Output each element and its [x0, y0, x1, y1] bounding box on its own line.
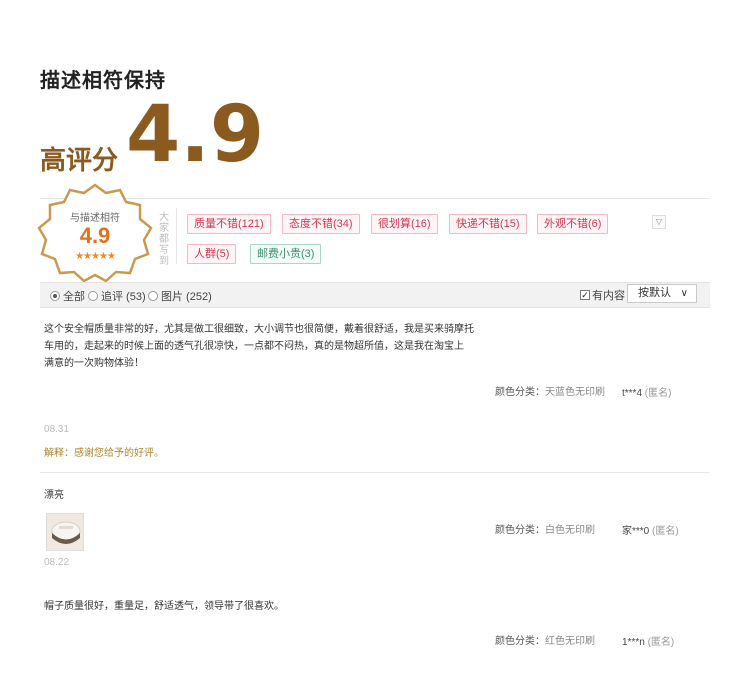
filter-pics[interactable]: 图片 (252)	[148, 288, 212, 304]
promo-subtitle: 描述相符保持	[40, 70, 166, 92]
user-name: 1***n	[622, 637, 645, 648]
helmet-photo-icon	[47, 514, 83, 550]
review-2-text: 漂亮	[44, 490, 64, 501]
user-name: 家***0	[622, 526, 650, 537]
review-3-sku: 颜色分类：红色无印刷	[495, 632, 595, 647]
tags-divider	[176, 208, 177, 264]
review-1-text: 这个安全帽质量非常的好，尤其是做工很细致，大小调节也很简便，戴着很舒适，我是买来…	[44, 324, 474, 369]
filter-all-label: 全部	[63, 291, 85, 303]
review-2-sku: 颜色分类：白色无印刷	[495, 521, 595, 536]
sku-label: 颜色分类：	[495, 387, 545, 398]
review-2-photo[interactable]	[46, 513, 84, 551]
chevron-down-icon: ∨	[680, 288, 688, 299]
filter-append-label: 追评 (53)	[101, 291, 146, 303]
review-1-sku: 颜色分类：天蓝色无印刷	[495, 383, 605, 398]
sort-dropdown[interactable]: 按默认 ∨	[627, 284, 697, 303]
review-1-reply: 解释：感谢您给予的好评。	[44, 448, 164, 459]
tag-value[interactable]: 很划算(16)	[371, 214, 438, 234]
anon-label: (匿名)	[644, 388, 672, 399]
review-1-user: t***4 (匿名)	[622, 384, 671, 399]
sku-value: 红色无印刷	[545, 636, 595, 647]
rating-badge: 与描述相符 4.9 ★★★★★	[34, 183, 156, 283]
radio-selected-icon	[50, 291, 60, 301]
tag-attitude[interactable]: 态度不错(34)	[282, 214, 360, 234]
tag-delivery[interactable]: 快递不错(15)	[449, 214, 527, 234]
anon-label: (匿名)	[647, 637, 675, 648]
promo-score: 4.9	[126, 90, 265, 180]
expand-tags-icon[interactable]: ▽	[652, 215, 666, 229]
has-content-checkbox[interactable]: ✓ 有内容	[580, 287, 625, 303]
checkbox-checked-icon: ✓	[580, 290, 590, 300]
tag-appearance[interactable]: 外观不错(6)	[537, 214, 609, 234]
review-2-user: 家***0 (匿名)	[622, 522, 679, 537]
anon-label: (匿名)	[652, 526, 679, 537]
sku-value: 天蓝色无印刷	[545, 387, 605, 398]
has-content-label: 有内容	[592, 290, 625, 302]
review-3-text: 帽子质量很好，重量足，舒适透气，领导带了很喜欢。	[44, 601, 284, 612]
review-2-date: 08.22	[44, 557, 70, 568]
badge-score: 4.9	[79, 223, 111, 248]
user-name: t***4	[622, 388, 643, 399]
badge-title: 与描述相符	[70, 213, 120, 224]
tag-crowd[interactable]: 人群(5)	[187, 244, 237, 264]
review-divider	[40, 472, 710, 473]
filter-all[interactable]: 全部	[50, 288, 85, 304]
tags-caption: 大家都写到	[159, 212, 169, 267]
sku-label: 颜色分类：	[495, 636, 545, 647]
review-3-user: 1***n (匿名)	[622, 633, 674, 648]
tag-shipping-fee[interactable]: 邮费小贵(3)	[250, 244, 322, 264]
sku-label: 颜色分类：	[495, 525, 545, 536]
review-1-date: 08.31	[44, 424, 70, 435]
promo-score-label: 高评分	[40, 145, 119, 175]
tag-quality[interactable]: 质量不错(121)	[187, 214, 271, 234]
radio-icon	[148, 291, 158, 301]
filter-append[interactable]: 追评 (53)	[88, 288, 146, 304]
filter-pics-label: 图片 (252)	[161, 291, 212, 303]
sku-value: 白色无印刷	[545, 525, 595, 536]
badge-stars: ★★★★★	[75, 251, 116, 262]
radio-icon	[88, 291, 98, 301]
sort-label: 按默认	[638, 287, 671, 299]
